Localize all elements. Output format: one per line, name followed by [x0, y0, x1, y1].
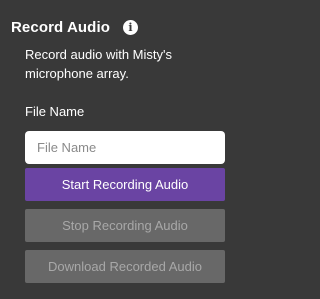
- download-recorded-audio-button[interactable]: Download Recorded Audio: [25, 250, 225, 283]
- info-icon[interactable]: i: [122, 19, 138, 35]
- panel-header: Record Audio i: [11, 17, 138, 37]
- stop-recording-button[interactable]: Stop Recording Audio: [25, 209, 225, 242]
- file-name-input[interactable]: [25, 131, 225, 164]
- panel-title: Record Audio: [11, 18, 110, 36]
- file-name-label: File Name: [25, 104, 85, 119]
- panel-description: Record audio with Misty's microphone arr…: [25, 47, 172, 81]
- record-audio-panel: Record Audio i Record audio with Misty's…: [0, 0, 245, 299]
- start-recording-button[interactable]: Start Recording Audio: [25, 168, 225, 201]
